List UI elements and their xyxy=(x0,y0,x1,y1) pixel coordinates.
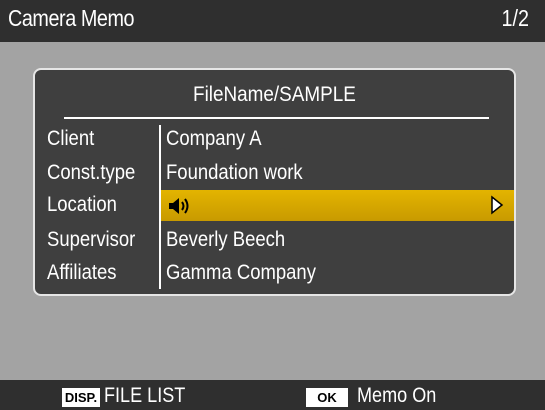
divider-horizontal xyxy=(64,117,489,119)
memo-value-client: Company A xyxy=(166,127,262,150)
camera-memo-screen: Camera Memo 1/2 FileName/SAMPLE Client C… xyxy=(0,0,545,410)
disp-button-badge[interactable]: DISP. xyxy=(62,388,100,407)
title-bar: Camera Memo 1/2 xyxy=(0,0,545,42)
page-indicator: 1/2 xyxy=(501,5,529,31)
memo-row-location[interactable]: Location xyxy=(35,190,514,223)
memo-row-const-type[interactable]: Const.type Foundation work xyxy=(35,158,514,191)
chevron-right-icon[interactable] xyxy=(490,195,504,215)
memo-label-location: Location xyxy=(47,193,117,216)
memo-label-client: Client xyxy=(47,127,95,150)
memo-label-supervisor: Supervisor xyxy=(47,228,136,251)
filename-text: FileName/SAMPLE xyxy=(193,83,356,106)
filename-heading: FileName/SAMPLE xyxy=(35,83,514,107)
memo-row-affiliates[interactable]: Affiliates Gamma Company xyxy=(35,258,514,291)
memo-value-const-type: Foundation work xyxy=(166,161,303,184)
selected-value-highlight[interactable] xyxy=(161,190,514,221)
memo-value-affiliates: Gamma Company xyxy=(166,261,316,284)
ok-button-badge[interactable]: OK xyxy=(306,388,348,407)
memo-label-affiliates: Affiliates xyxy=(47,261,117,284)
memo-row-supervisor[interactable]: Supervisor Beverly Beech xyxy=(35,225,514,258)
footer-bar: DISP. FILE LIST OK Memo On xyxy=(0,380,545,410)
screen-title: Camera Memo xyxy=(8,5,135,31)
speaker-icon xyxy=(169,198,189,214)
memo-on-label: Memo On xyxy=(357,384,437,407)
memo-label-const-type: Const.type xyxy=(47,161,136,184)
memo-row-client[interactable]: Client Company A xyxy=(35,124,514,157)
memo-value-supervisor: Beverly Beech xyxy=(166,228,286,251)
file-list-label: FILE LIST xyxy=(104,384,186,407)
memo-panel: FileName/SAMPLE Client Company A Const.t… xyxy=(33,68,516,296)
